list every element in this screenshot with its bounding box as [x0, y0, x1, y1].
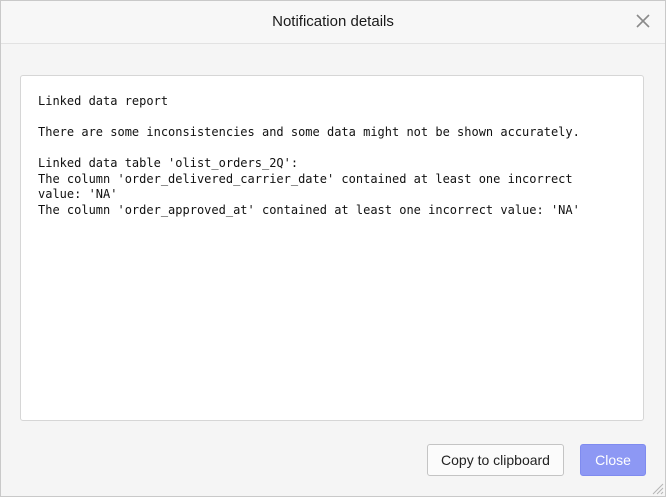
report-line: value: 'NA' — [38, 187, 118, 201]
report-line: The column 'order_delivered_carrier_date… — [38, 171, 573, 186]
dialog-title: Notification details — [272, 13, 394, 30]
copy-to-clipboard-button[interactable]: Copy to clipboard — [427, 444, 564, 476]
report-text-area: Linked data report There are some incons… — [20, 75, 644, 421]
resize-grip-icon[interactable] — [650, 481, 664, 495]
report-line: Linked data table 'olist_orders_2Q': — [38, 156, 299, 170]
notification-details-dialog: Notification details Linked data report … — [0, 0, 666, 497]
close-icon[interactable] — [633, 11, 653, 31]
report-line: There are some inconsistencies and some … — [38, 125, 580, 139]
report-line: Linked data report — [38, 94, 169, 108]
report-line: The column 'order_approved_at' contained… — [38, 202, 580, 217]
report-line — [38, 110, 626, 126]
report-line — [38, 141, 626, 157]
close-button[interactable]: Close — [580, 444, 646, 476]
dialog-titlebar: Notification details — [1, 1, 665, 44]
